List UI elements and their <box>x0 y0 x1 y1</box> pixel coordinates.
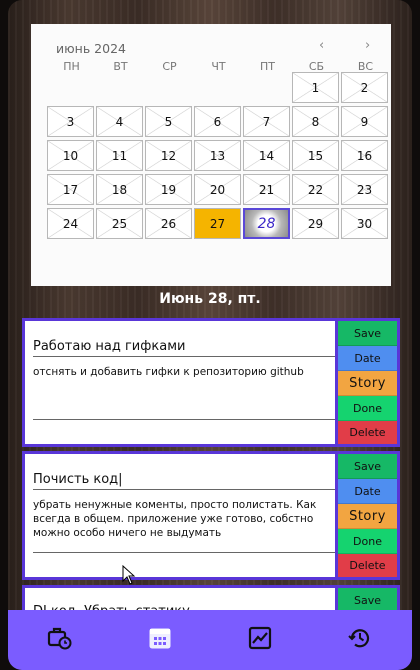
briefcase-clock-icon <box>47 627 72 650</box>
calendar-day[interactable]: 26 <box>145 208 192 239</box>
task-title-input[interactable]: Работаю над гифками <box>33 339 185 354</box>
calendar-day-number: 18 <box>111 182 128 197</box>
nav-history[interactable] <box>340 622 380 654</box>
calendar-day[interactable]: 1 <box>292 72 339 103</box>
calendar-day-number: 15 <box>307 148 324 163</box>
calendar-grid: 1 2 3 4 5 6 7 8 9 10 11 12 13 14 15 16 17 18 19 20 21 22 23 24 2… <box>47 72 390 242</box>
calendar-day[interactable]: 6 <box>194 106 241 137</box>
calendar-day[interactable]: 9 <box>341 106 388 137</box>
next-month-button[interactable]: › <box>365 38 370 53</box>
calendar-day-number: 26 <box>160 216 177 231</box>
calendar-day[interactable]: 3 <box>47 106 94 137</box>
calendar-day-number: 6 <box>213 114 222 129</box>
calendar-day[interactable]: 14 <box>243 140 290 171</box>
calendar-day-number: 1 <box>311 80 320 95</box>
calendar-day[interactable]: 8 <box>292 106 339 137</box>
calendar-day[interactable]: 23 <box>341 174 388 205</box>
calendar-day-number: 28 <box>257 215 276 232</box>
calendar-day[interactable]: 21 <box>243 174 290 205</box>
task-description-input[interactable]: убрать ненужные коменты, просто полистат… <box>33 498 335 540</box>
calendar-day[interactable]: 5 <box>145 106 192 137</box>
calendar-day[interactable]: 10 <box>47 140 94 171</box>
calendar-day-number: 25 <box>111 216 128 231</box>
description-underline <box>33 552 335 553</box>
calendar-day[interactable]: 17 <box>47 174 94 205</box>
calendar-day[interactable]: 29 <box>292 208 339 239</box>
calendar-day-number: 11 <box>111 148 128 163</box>
nav-stats[interactable] <box>240 622 280 654</box>
calendar-day-number: 2 <box>360 80 369 95</box>
calendar-day[interactable]: 12 <box>145 140 192 171</box>
selected-date-heading: Июнь 28, пт. <box>159 291 261 307</box>
calendar-day[interactable]: 11 <box>96 140 143 171</box>
date-button[interactable]: Date <box>338 479 397 504</box>
calendar-day-number: 16 <box>356 148 373 163</box>
calendar-day[interactable]: 2 <box>341 72 388 103</box>
date-button[interactable]: Date <box>338 346 397 371</box>
task-title-input[interactable]: Почисть код| <box>33 472 123 487</box>
calendar-day[interactable]: 30 <box>341 208 388 239</box>
month-label: июнь 2024 <box>56 41 126 56</box>
nav-tasks[interactable] <box>39 622 79 654</box>
story-button[interactable]: Story <box>338 371 397 396</box>
calendar-day-number: 4 <box>115 114 124 129</box>
calendar: июнь 2024 ‹ › ПН ВТ СР ЧТ ПТ СБ ВС 12345… <box>31 24 391 286</box>
calendar-day-number: 21 <box>258 182 275 197</box>
calendar-day-number: 9 <box>360 114 369 129</box>
calendar-day-number: 29 <box>307 216 324 231</box>
story-button[interactable]: Story <box>338 504 397 529</box>
calendar-day[interactable]: 20 <box>194 174 241 205</box>
calendar-day[interactable]: 7 <box>243 106 290 137</box>
title-underline <box>33 489 335 490</box>
task-card: Работаю над гифками отснять и добавить г… <box>22 318 400 447</box>
calendar-day-number: 14 <box>258 148 275 163</box>
calendar-day-number: 7 <box>262 114 271 129</box>
calendar-day[interactable]: 27 <box>194 208 241 239</box>
calendar-day[interactable]: 15 <box>292 140 339 171</box>
delete-button[interactable]: Delete <box>338 421 397 444</box>
calendar-day-number: 24 <box>62 216 79 231</box>
calendar-day[interactable]: 18 <box>96 174 143 205</box>
calendar-day-number: 23 <box>356 182 373 197</box>
task-card: Почисть код| убрать ненужные коменты, пр… <box>22 451 400 580</box>
chart-icon <box>248 626 272 650</box>
calendar-day-number: 20 <box>209 182 226 197</box>
calendar-day[interactable]: 4 <box>96 106 143 137</box>
calendar-day-number: 5 <box>164 114 173 129</box>
done-button[interactable]: Done <box>338 396 397 421</box>
calendar-day[interactable]: 13 <box>194 140 241 171</box>
description-underline <box>33 419 335 420</box>
calendar-day[interactable]: 28 <box>243 208 290 239</box>
calendar-day[interactable]: 25 <box>96 208 143 239</box>
history-icon <box>348 629 370 648</box>
prev-month-button[interactable]: ‹ <box>319 38 324 53</box>
calendar-day-number: 19 <box>160 182 177 197</box>
task-description-input[interactable]: отснять и добавить гифки к репозиторию g… <box>33 365 335 379</box>
delete-button[interactable]: Delete <box>338 554 397 577</box>
calendar-day-number: 13 <box>209 148 226 163</box>
calendar-day-number: 27 <box>209 216 226 231</box>
calendar-icon <box>149 628 171 649</box>
mouse-cursor-icon <box>122 564 136 585</box>
nav-calendar[interactable] <box>140 622 180 654</box>
task-actions: Save Date Story Done Delete <box>335 321 397 444</box>
calendar-day[interactable]: 16 <box>341 140 388 171</box>
task-actions: Save Date Story Done Delete <box>335 454 397 577</box>
calendar-day-number: 8 <box>311 114 320 129</box>
calendar-day-number: 12 <box>160 148 177 163</box>
title-underline <box>33 356 335 357</box>
calendar-day-number: 22 <box>307 182 324 197</box>
bottom-navigation <box>8 610 412 670</box>
calendar-day-number: 17 <box>62 182 79 197</box>
done-button[interactable]: Done <box>338 529 397 554</box>
calendar-day-number: 30 <box>356 216 373 231</box>
app-window: июнь 2024 ‹ › ПН ВТ СР ЧТ ПТ СБ ВС 12345… <box>8 0 412 670</box>
calendar-day[interactable]: 22 <box>292 174 339 205</box>
save-button[interactable]: Save <box>338 321 397 346</box>
calendar-day[interactable]: 24 <box>47 208 94 239</box>
calendar-day[interactable]: 19 <box>145 174 192 205</box>
calendar-day-number: 10 <box>62 148 79 163</box>
save-button[interactable]: Save <box>338 454 397 479</box>
calendar-day-number: 3 <box>66 114 75 129</box>
